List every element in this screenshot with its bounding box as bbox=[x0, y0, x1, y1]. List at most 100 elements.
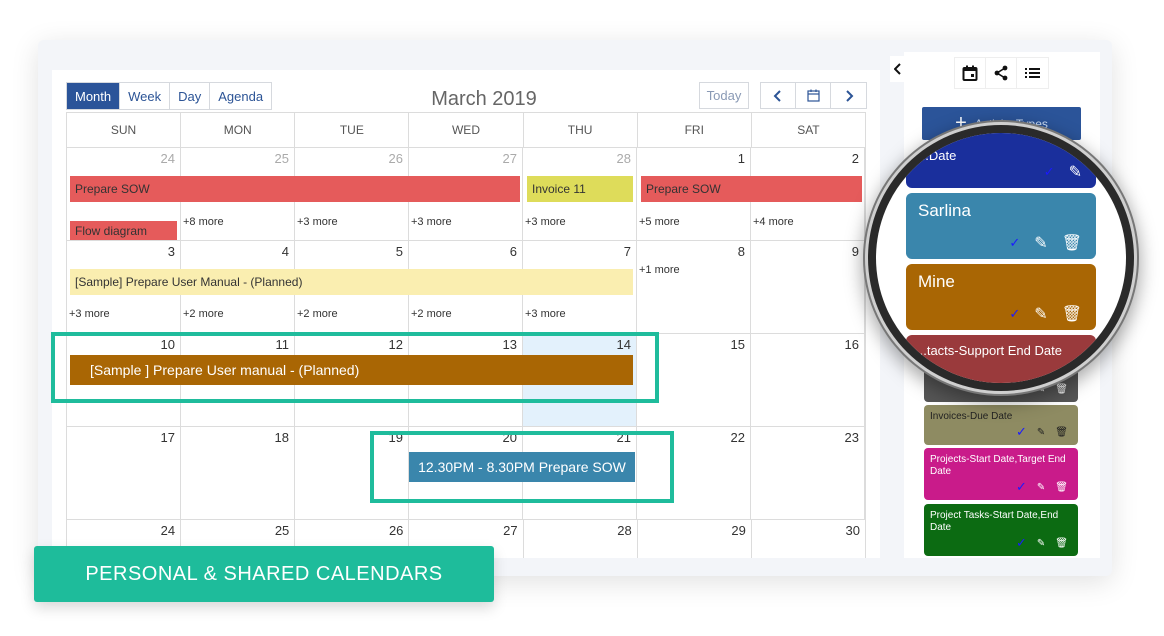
day-number: 12 bbox=[388, 337, 403, 352]
event-prepare-user-manual-planned[interactable]: [Sample ] Prepare User manual - (Planned… bbox=[70, 355, 633, 385]
day-number: 21 bbox=[616, 430, 631, 445]
more-link[interactable]: +2 more bbox=[183, 308, 224, 320]
more-link[interactable]: +3 more bbox=[525, 216, 566, 228]
activity-type-card[interactable]: ...tacts-Support End Date bbox=[906, 335, 1096, 383]
check-icon[interactable]: ✓ bbox=[1016, 535, 1027, 551]
month-grid: SUN MON TUE WED THU FRI SAT 24 25 +8 more… bbox=[66, 112, 866, 558]
event-flow-diagram[interactable]: Flow diagram bbox=[70, 221, 177, 241]
day-cell[interactable]: 16 bbox=[751, 334, 865, 426]
trash-icon[interactable]: 🗑 bbox=[1055, 384, 1068, 395]
day-number: 2 bbox=[851, 151, 859, 166]
more-link[interactable]: +5 more bbox=[639, 216, 680, 228]
more-link[interactable]: +3 more bbox=[69, 308, 110, 320]
day-number: 22 bbox=[730, 430, 745, 445]
magnifier-lens: ...Date ✓ ✎ Sarlina ✓ ✎ 🗑 Mine ✓ ✎ 🗑 ...tacts… bbox=[876, 133, 1126, 383]
activity-types-label: Activity Types bbox=[974, 116, 1048, 131]
day-number: 10 bbox=[160, 337, 175, 352]
weekday-label: SUN bbox=[67, 113, 182, 147]
more-link[interactable]: +8 more bbox=[183, 216, 224, 228]
activity-type-card[interactable]: Projects-Start Date,Target End Date ✓ ✎ 🗑 bbox=[924, 448, 1078, 500]
day-cell[interactable]: 29 bbox=[638, 520, 752, 558]
check-icon[interactable]: ✓ bbox=[1016, 479, 1027, 495]
plus-icon: + bbox=[955, 112, 967, 134]
edit-icon[interactable]: ✎ bbox=[1037, 384, 1045, 395]
day-number: 24 bbox=[160, 151, 175, 166]
day-number: 1 bbox=[737, 151, 745, 166]
more-link[interactable]: +3 more bbox=[525, 308, 566, 320]
trash-icon[interactable]: 🗑 bbox=[1055, 427, 1068, 438]
event-invoice-11[interactable]: Invoice 11 bbox=[527, 176, 633, 202]
day-cell[interactable]: 18 bbox=[181, 427, 295, 519]
sidebar-toolbar bbox=[954, 57, 1049, 89]
day-number: 4 bbox=[281, 244, 289, 259]
check-icon[interactable]: ✓ bbox=[1016, 381, 1027, 397]
trash-icon[interactable]: 🗑 bbox=[1062, 233, 1082, 253]
activity-type-card[interactable]: Mine ✓ ✎ 🗑 bbox=[906, 264, 1096, 330]
day-number: 26 bbox=[388, 523, 404, 538]
day-number: 19 bbox=[388, 430, 403, 445]
day-cell[interactable]: 22 bbox=[637, 427, 751, 519]
more-link[interactable]: +3 more bbox=[297, 216, 338, 228]
event-prepare-sow[interactable]: Prepare SOW bbox=[641, 176, 862, 202]
list-icon bbox=[1025, 68, 1040, 78]
today-button[interactable]: Today bbox=[699, 82, 749, 109]
day-cell[interactable]: 15 bbox=[637, 334, 751, 426]
event-prepare-sow[interactable]: Prepare SOW bbox=[70, 176, 520, 202]
check-icon[interactable]: ✓ bbox=[1044, 164, 1055, 180]
day-number: 13 bbox=[502, 337, 517, 352]
weekday-label: FRI bbox=[638, 113, 752, 147]
day-cell[interactable]: 30 bbox=[752, 520, 865, 558]
more-link[interactable]: +1 more bbox=[639, 264, 680, 276]
week-row: 3 +3 more 4 +2 more 5 +2 more 6 +2 more 7 +3 … bbox=[66, 240, 866, 333]
share-button[interactable] bbox=[986, 58, 1017, 88]
day-cell[interactable]: 9 bbox=[751, 241, 865, 333]
trash-icon[interactable]: 🗑 bbox=[1055, 482, 1068, 493]
edit-icon[interactable]: ✎ bbox=[1037, 538, 1045, 549]
more-link[interactable]: +2 more bbox=[297, 308, 338, 320]
day-number: 5 bbox=[395, 244, 403, 259]
edit-icon[interactable]: ✎ bbox=[1034, 233, 1047, 253]
check-icon[interactable]: ✓ bbox=[1009, 235, 1020, 251]
prev-month-button[interactable] bbox=[761, 83, 796, 108]
day-number: 8 bbox=[737, 244, 745, 259]
edit-icon[interactable]: ✎ bbox=[1034, 304, 1047, 324]
date-picker-button[interactable] bbox=[796, 83, 831, 108]
day-number: 3 bbox=[167, 244, 175, 259]
calendar-view-button[interactable] bbox=[955, 58, 986, 88]
day-number: 23 bbox=[844, 430, 859, 445]
event-prepare-user-manual[interactable]: [Sample] Prepare User Manual - (Planned) bbox=[70, 269, 633, 295]
trash-icon[interactable]: 🗑 bbox=[1055, 538, 1068, 549]
event-timed-prepare-sow[interactable]: 12.30PM - 8.30PM Prepare SOW bbox=[409, 452, 635, 482]
day-cell[interactable]: 8 +1 more bbox=[637, 241, 751, 333]
more-link[interactable]: +4 more bbox=[753, 216, 794, 228]
day-cell[interactable]: 23 bbox=[751, 427, 865, 519]
day-cell[interactable]: 17 bbox=[67, 427, 181, 519]
next-month-button[interactable] bbox=[831, 83, 866, 108]
activity-type-card[interactable]: Project Tasks-Start Date,End Date ✓ ✎ 🗑 bbox=[924, 504, 1078, 556]
check-icon[interactable]: ✓ bbox=[1016, 424, 1027, 440]
more-link[interactable]: +3 more bbox=[411, 216, 452, 228]
day-number: 27 bbox=[503, 523, 518, 538]
weekday-label: THU bbox=[524, 113, 638, 147]
day-cell[interactable]: 19 bbox=[295, 427, 409, 519]
activity-type-card[interactable]: Sarlina ✓ ✎ 🗑 bbox=[906, 193, 1096, 259]
trash-icon[interactable]: 🗑 bbox=[1062, 304, 1082, 324]
edit-icon[interactable]: ✎ bbox=[1069, 162, 1082, 182]
activity-type-label: Project Tasks-Start Date,End Date bbox=[930, 510, 1059, 533]
chevron-right-icon bbox=[845, 89, 853, 102]
activity-type-card[interactable]: Invoices-Due Date ✓ ✎ 🗑 bbox=[924, 405, 1078, 445]
day-number: 25 bbox=[274, 151, 289, 166]
edit-icon[interactable]: ✎ bbox=[1037, 482, 1045, 493]
check-icon[interactable]: ✓ bbox=[1009, 306, 1020, 322]
activity-type-label: ...Date bbox=[918, 148, 957, 163]
day-number: 15 bbox=[730, 337, 745, 352]
day-cell[interactable]: 28 bbox=[524, 520, 638, 558]
list-view-button[interactable] bbox=[1017, 58, 1048, 88]
calendar-icon bbox=[962, 65, 978, 81]
edit-icon[interactable]: ✎ bbox=[1037, 427, 1045, 438]
activity-type-card[interactable]: ...Date ✓ ✎ bbox=[906, 133, 1096, 188]
more-link[interactable]: +2 more bbox=[411, 308, 452, 320]
day-number: 20 bbox=[502, 430, 517, 445]
week-row: 10 11 12 13 14 15 16 [Sample ] Prepare U… bbox=[66, 333, 866, 426]
date-nav bbox=[760, 82, 867, 109]
